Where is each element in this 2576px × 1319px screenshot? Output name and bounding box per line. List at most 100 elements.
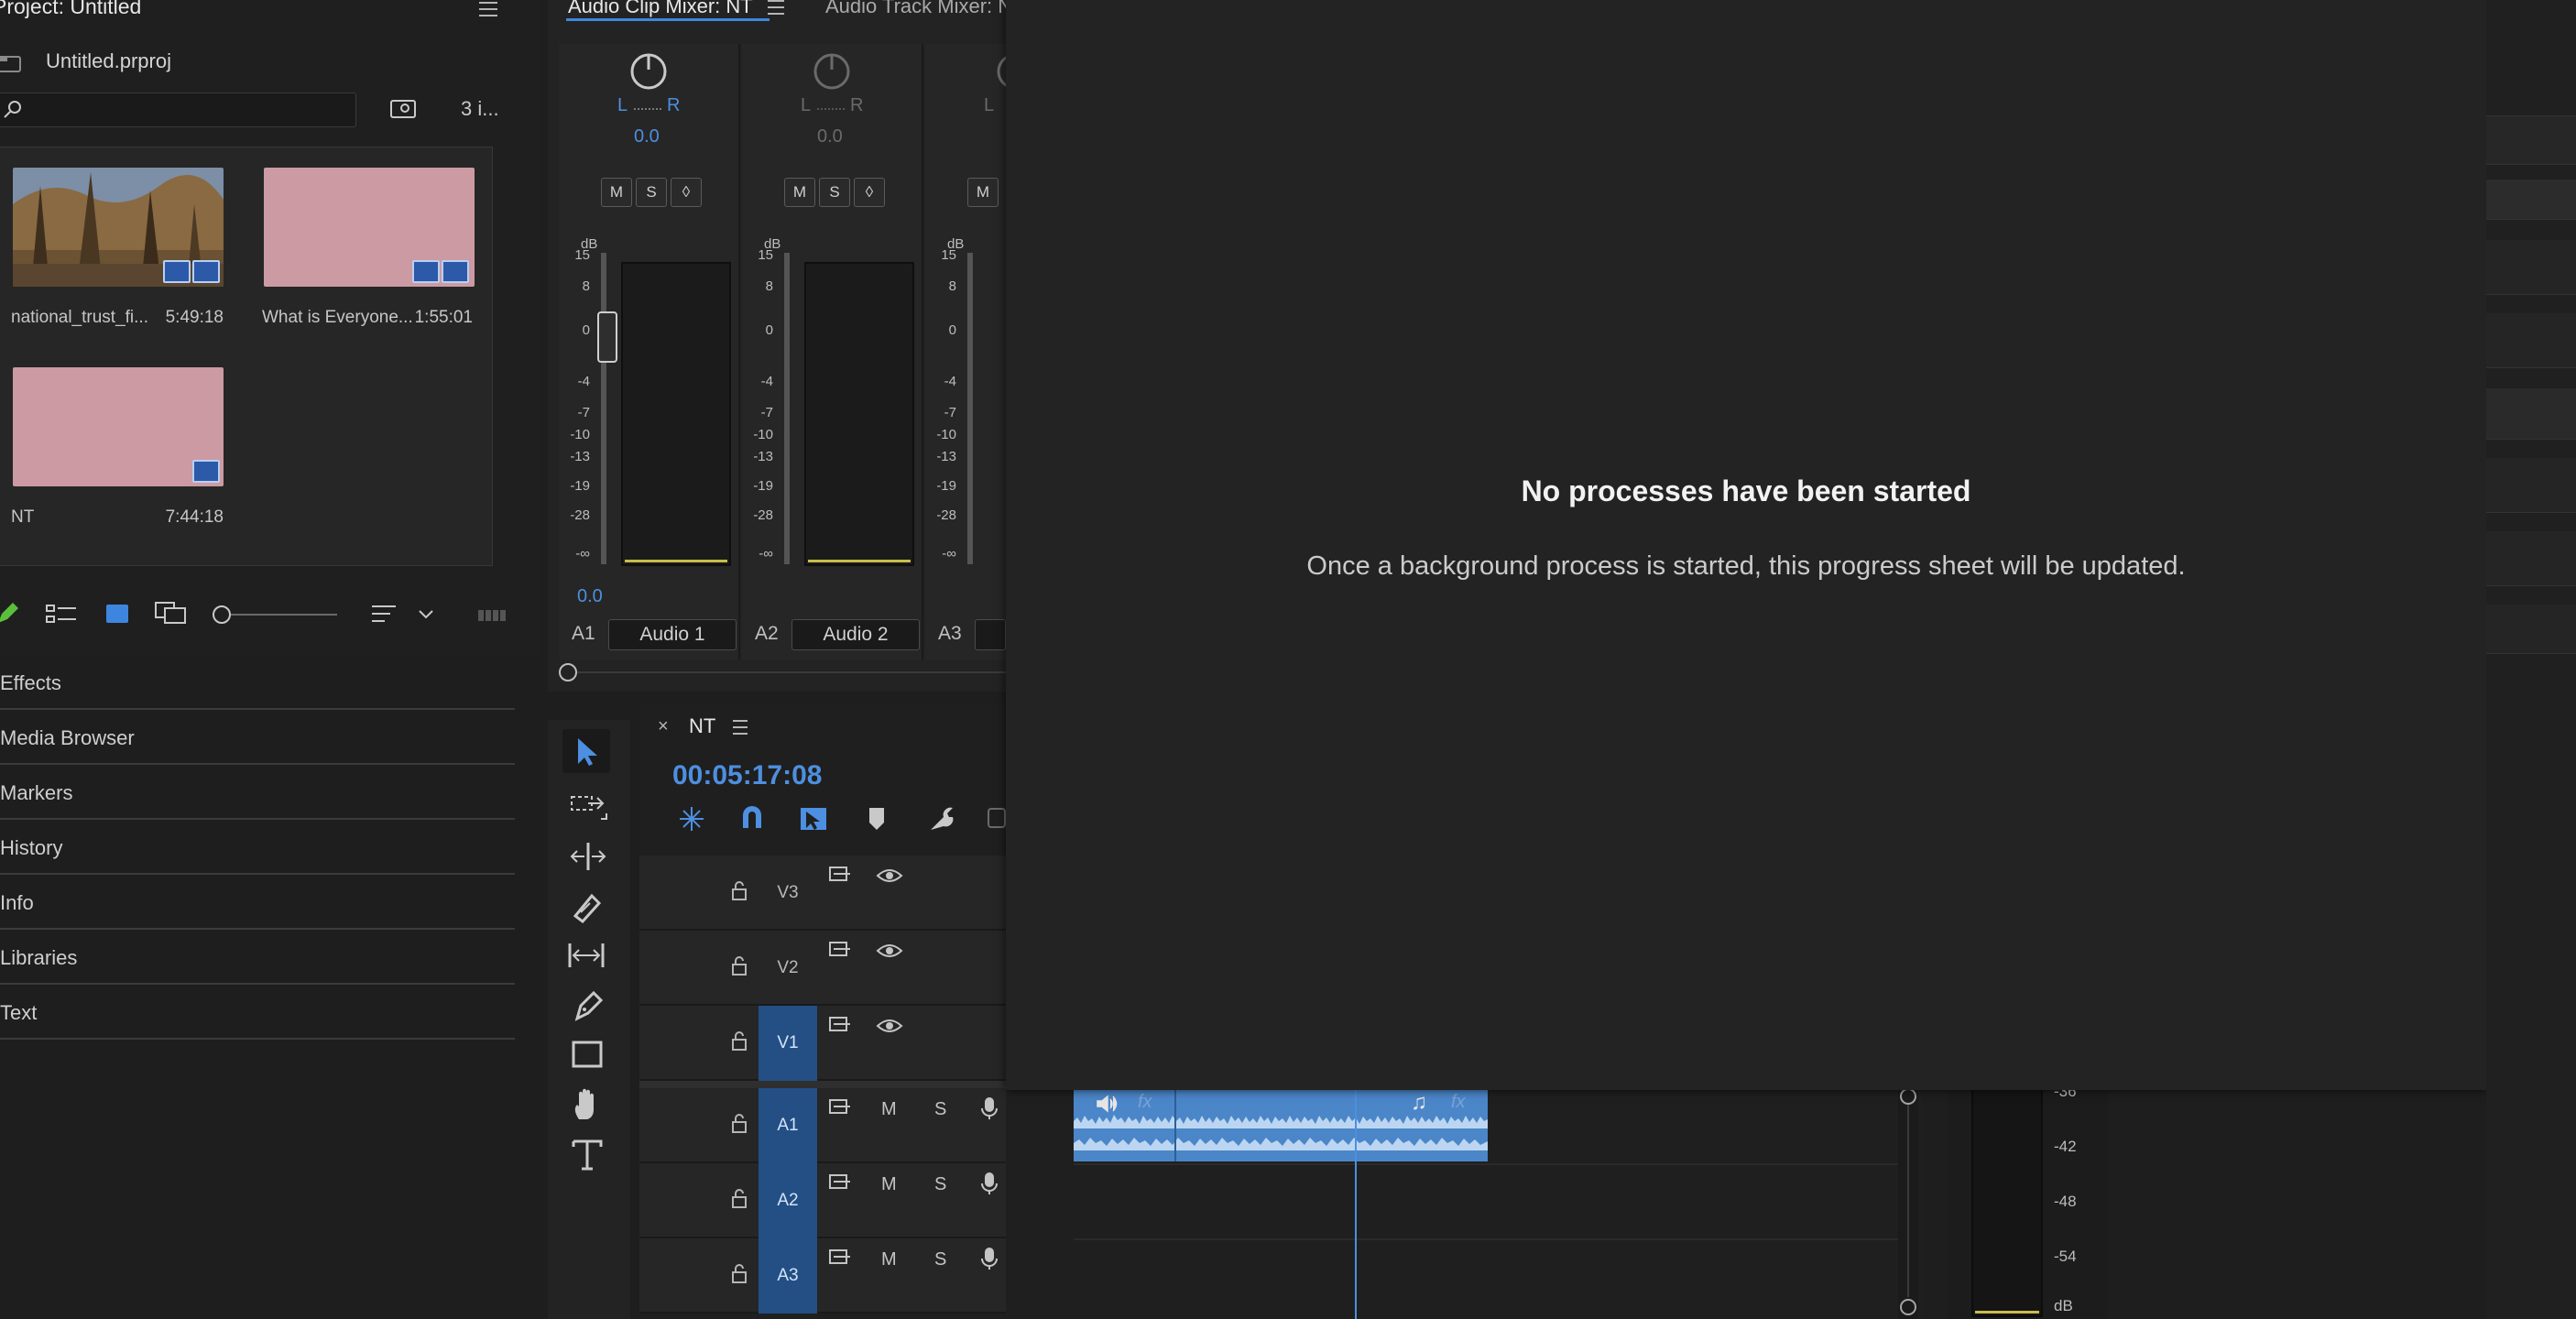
panel-tab-libraries[interactable]: Libraries bbox=[0, 932, 515, 985]
automate-to-sequence-icon[interactable] bbox=[476, 606, 508, 625]
sort-icon[interactable] bbox=[370, 603, 398, 627]
clip-edit-point[interactable] bbox=[1174, 1090, 1176, 1161]
eye-icon[interactable] bbox=[876, 867, 903, 885]
sync-lock-icon[interactable] bbox=[828, 1015, 854, 1035]
lock-icon[interactable] bbox=[731, 1031, 748, 1052]
sync-lock-icon[interactable] bbox=[828, 940, 854, 960]
track-mute-button[interactable]: M bbox=[881, 1099, 897, 1120]
sequence-tab[interactable]: NT bbox=[689, 714, 715, 738]
right-panel-row[interactable] bbox=[2486, 115, 2576, 165]
hand-tool-icon[interactable] bbox=[570, 1088, 608, 1123]
pencil-icon[interactable] bbox=[0, 601, 20, 627]
panel-tab-info[interactable]: Info bbox=[0, 877, 515, 930]
sync-lock-icon[interactable] bbox=[828, 1248, 854, 1268]
lock-icon[interactable] bbox=[731, 881, 748, 901]
freeform-view-icon[interactable] bbox=[154, 601, 189, 627]
ripple-edit-tool-icon[interactable] bbox=[570, 841, 608, 872]
right-panel-row[interactable] bbox=[2486, 313, 2576, 368]
panel-tab-markers[interactable]: Markers bbox=[0, 767, 515, 820]
wrench-icon[interactable] bbox=[927, 804, 956, 834]
mute-button[interactable]: M bbox=[967, 178, 999, 207]
project-menu-icon[interactable] bbox=[479, 2, 497, 16]
solo-button[interactable]: S bbox=[819, 178, 850, 207]
add-marker-icon[interactable] bbox=[867, 806, 887, 832]
slip-tool-icon[interactable] bbox=[566, 940, 608, 973]
selection-tool-icon[interactable] bbox=[575, 736, 599, 768]
panel-tab-history[interactable]: History bbox=[0, 822, 515, 875]
lock-icon[interactable] bbox=[731, 956, 748, 976]
rectangle-tool-icon[interactable] bbox=[570, 1039, 608, 1072]
mute-button[interactable]: M bbox=[784, 178, 815, 207]
scrollbar-track[interactable] bbox=[1907, 1105, 1909, 1297]
tab-audio-track-mixer[interactable]: Audio Track Mixer: N bbox=[825, 0, 1012, 18]
right-panel-row[interactable] bbox=[2486, 180, 2576, 220]
microphone-icon[interactable] bbox=[980, 1096, 999, 1121]
timeline-menu-icon[interactable] bbox=[733, 720, 748, 735]
track-mute-button[interactable]: M bbox=[881, 1249, 897, 1270]
zoom-slider-handle[interactable] bbox=[213, 605, 231, 624]
panel-tab-text[interactable]: Text bbox=[0, 987, 515, 1040]
pan-knob[interactable] bbox=[628, 51, 669, 92]
track-solo-button[interactable]: S bbox=[934, 1099, 946, 1120]
channel-name[interactable] bbox=[975, 619, 1006, 650]
track-id[interactable]: A3 bbox=[759, 1238, 817, 1314]
panel-tab-effects[interactable]: Effects bbox=[0, 657, 515, 710]
volume-fader[interactable] bbox=[597, 311, 617, 363]
mixer-scrollbar[interactable] bbox=[577, 671, 1006, 673]
sequence-thumbnail[interactable] bbox=[13, 367, 224, 486]
sync-lock-icon[interactable] bbox=[828, 1097, 854, 1117]
right-panel-row[interactable] bbox=[2486, 605, 2576, 654]
pan-value[interactable]: 0.0 bbox=[634, 126, 660, 147]
panel-tab-media-browser[interactable]: Media Browser bbox=[0, 712, 515, 765]
audio-clip-a1[interactable]: fx ♫ fx bbox=[1074, 1090, 1488, 1161]
nest-toggle-icon[interactable] bbox=[676, 804, 707, 834]
pan-knob[interactable] bbox=[995, 51, 1006, 92]
eye-icon[interactable] bbox=[876, 1017, 903, 1035]
scrollbar-handle-top[interactable] bbox=[1900, 1088, 1916, 1105]
lock-icon[interactable] bbox=[731, 1114, 748, 1134]
track-id[interactable]: V3 bbox=[759, 856, 817, 931]
list-view-icon[interactable] bbox=[46, 603, 77, 627]
pan-value[interactable]: 0.0 bbox=[817, 126, 843, 147]
project-search-input[interactable] bbox=[0, 93, 356, 127]
track-id[interactable]: V1 bbox=[759, 1006, 817, 1081]
clip-thumbnail-forest[interactable] bbox=[13, 168, 224, 287]
track-id[interactable]: A2 bbox=[759, 1163, 817, 1238]
right-panel-row[interactable] bbox=[2486, 240, 2576, 295]
track-select-tool-icon[interactable] bbox=[570, 791, 608, 823]
audio-track-area[interactable]: fx ♫ fx bbox=[1074, 1088, 1898, 1319]
lock-icon[interactable] bbox=[731, 1189, 748, 1209]
level-value[interactable]: 0.0 bbox=[577, 586, 603, 607]
track-mute-button[interactable]: M bbox=[881, 1174, 897, 1195]
keyframe-button[interactable]: ◊ bbox=[671, 178, 702, 207]
microphone-icon[interactable] bbox=[980, 1171, 999, 1196]
close-sequence-icon[interactable]: × bbox=[658, 716, 669, 737]
mixer-scrollbar-handle[interactable] bbox=[559, 663, 577, 681]
chevron-down-icon[interactable] bbox=[418, 608, 434, 621]
scrollbar-handle-bottom[interactable] bbox=[1900, 1299, 1916, 1315]
sync-lock-icon[interactable] bbox=[828, 1172, 854, 1193]
track-solo-button[interactable]: S bbox=[934, 1174, 946, 1195]
icon-view-icon[interactable] bbox=[104, 603, 130, 627]
microphone-icon[interactable] bbox=[980, 1246, 999, 1271]
playhead-line[interactable] bbox=[1355, 1088, 1357, 1319]
channel-name[interactable]: Audio 1 bbox=[608, 619, 737, 650]
solo-button[interactable]: S bbox=[636, 178, 667, 207]
mute-button[interactable]: M bbox=[601, 178, 632, 207]
right-panel-row[interactable] bbox=[2486, 531, 2576, 586]
razor-tool-icon[interactable] bbox=[570, 890, 608, 923]
right-panel-row[interactable] bbox=[2486, 458, 2576, 513]
eye-icon[interactable] bbox=[876, 942, 903, 960]
track-id[interactable]: V2 bbox=[759, 931, 817, 1006]
timeline-scrollbar[interactable] bbox=[1898, 1088, 1918, 1319]
clip-thumbnail-pink[interactable] bbox=[264, 168, 475, 287]
tab-audio-clip-mixer[interactable]: Audio Clip Mixer: NT bbox=[568, 0, 753, 18]
playhead-timecode[interactable]: 00:05:17:08 bbox=[672, 760, 822, 791]
mixer-menu-icon[interactable] bbox=[768, 0, 784, 15]
linked-selection-icon[interactable] bbox=[799, 804, 830, 834]
zoom-slider-track[interactable] bbox=[231, 614, 337, 616]
sync-lock-icon[interactable] bbox=[828, 865, 854, 885]
snap-icon[interactable] bbox=[738, 804, 766, 834]
channel-name[interactable]: Audio 2 bbox=[791, 619, 920, 650]
track-solo-button[interactable]: S bbox=[934, 1249, 946, 1270]
